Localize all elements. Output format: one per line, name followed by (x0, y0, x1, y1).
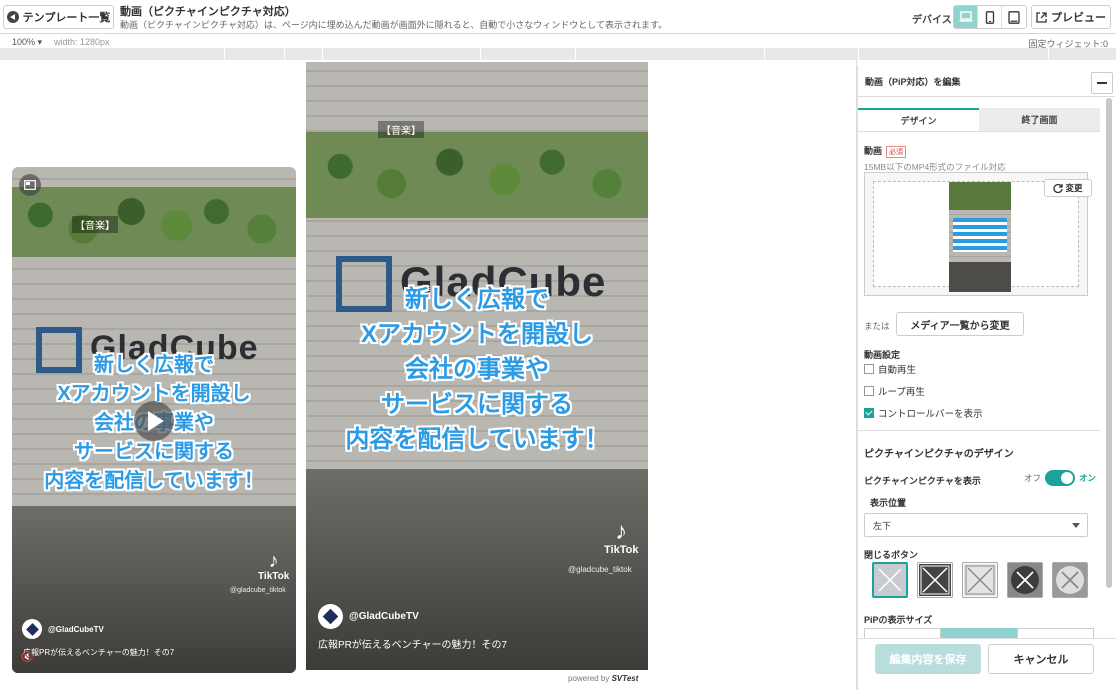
pip-video-music-tag: 【音楽】 (72, 216, 118, 233)
close-icon (876, 566, 904, 594)
loop-checkbox[interactable]: ループ再生 (864, 384, 925, 398)
caret-down-icon: ▾ (37, 37, 43, 47)
minimize-button[interactable] (1091, 72, 1113, 94)
tiktok-icon: ♪ (615, 518, 628, 545)
main-video-plants (306, 132, 648, 218)
smartphone-icon (985, 10, 994, 24)
pip-toggle[interactable] (1045, 470, 1076, 486)
preview-button[interactable]: プレビュー (1031, 5, 1111, 29)
save-button[interactable]: 編集内容を保存 (875, 644, 981, 674)
tiktok-icon: ♪ (268, 550, 279, 572)
zoom-select[interactable]: 100% ▾ (12, 37, 42, 48)
channel-avatar (318, 604, 343, 629)
position-label: 表示位置 (870, 498, 907, 508)
pip-section-title: ピクチャインピクチャのデザイン (864, 449, 1014, 460)
canvas-toolbar: 100% ▾ width: 1280px 固定ウィジェット:0 (0, 34, 1116, 49)
checkbox-box (864, 386, 874, 396)
toggle-on-label: オン (1079, 473, 1097, 483)
panel-tabs: デザイン 終了画面 (858, 108, 1100, 132)
page-description: 動画（ピクチャインピクチャ対応）は、ページ内に埋め込んだ動画が画面外に隠れると、… (120, 20, 668, 30)
main-video-title: 広報PRが伝えるベンチャーの魅力！その7 (318, 640, 508, 651)
pip-video-player[interactable]: GladCube 【音楽】 新しく広報で Xアカウントを開設し 会社の事業や サ… (12, 167, 296, 673)
main-video-channel: @GladCubeTV (318, 604, 419, 629)
pip-size-label: PiPの表示サイズ (864, 615, 933, 625)
channel-avatar (22, 619, 42, 639)
preview-label: プレビュー (1051, 12, 1106, 24)
position-select[interactable]: 左下 (864, 513, 1088, 537)
checkbox-checked (864, 408, 874, 418)
close-style-light-circle[interactable] (1052, 562, 1088, 598)
edit-panel: 動画（PiP対応）を編集 デザイン 終了画面 動画 必須 15MB以下のMP4形式… (857, 66, 1116, 690)
pip-toggle-group: オフ オン (1024, 470, 1096, 486)
media-list-button[interactable]: メディア一覧から変更 (896, 312, 1024, 336)
pip-video-handle: @gladcube_tiktok (230, 587, 286, 594)
laptop-icon (959, 11, 972, 22)
pip-mode-icon[interactable] (19, 174, 41, 196)
main-video-music-tag: 【音楽】 (378, 121, 424, 138)
mute-icon[interactable]: 🔇 (21, 652, 33, 663)
brand-logo: SVTest (611, 674, 639, 683)
pip-video-channel: @GladCubeTV (22, 619, 104, 639)
tab-design[interactable]: デザイン (858, 108, 979, 132)
top-bar: テンプレート一覧 動画（ピクチャインピクチャ対応） 動画（ピクチャインピクチャ対… (0, 0, 1116, 34)
video-thumbnail (949, 182, 1011, 292)
ruler (0, 48, 1116, 60)
video-settings-label: 動画設定 (864, 350, 901, 360)
close-style-dark-circle[interactable] (1007, 562, 1043, 598)
template-list-button[interactable]: テンプレート一覧 (3, 5, 114, 29)
autoplay-checkbox[interactable]: 自動再生 (864, 362, 916, 376)
mobile-device-button[interactable] (978, 6, 1002, 28)
close-icon (919, 564, 951, 596)
cancel-button[interactable]: キャンセル (988, 644, 1094, 674)
tablet-icon (1008, 10, 1020, 24)
back-arrow-icon (6, 11, 19, 23)
canvas-width: width: 1280px (54, 37, 110, 47)
external-link-icon (1036, 11, 1047, 23)
close-style-thin-gray[interactable] (872, 562, 908, 598)
close-icon (1008, 563, 1042, 597)
panel-footer: 編集内容を保存 キャンセル (858, 638, 1116, 690)
pip-video-plants (12, 187, 296, 257)
main-video-caption: 新しく広報で Xアカウントを開設し 会社の事業や サービスに関する 内容を配信し… (345, 286, 609, 453)
divider (858, 430, 1100, 431)
close-style-light-square[interactable] (962, 562, 998, 598)
pip-show-label: ピクチャインピクチャを表示 (864, 476, 981, 486)
device-label: デバイス (912, 15, 952, 26)
or-label: または (864, 321, 890, 331)
controls-checkbox[interactable]: コントロールバーを表示 (864, 406, 983, 420)
toggle-off-label: オフ (1024, 473, 1042, 483)
page-canvas: GladCube 【音楽】 新しく広報で Xアカウントを開設し 会社の事業や サ… (3, 60, 857, 690)
powered-by: powered by SVTest (568, 674, 639, 683)
close-icon (964, 564, 996, 596)
device-switcher (953, 5, 1027, 29)
video-label: 動画 必須 (864, 144, 907, 158)
main-video-tiktok: ♪ TikTok (604, 518, 639, 557)
tab-end-screen[interactable]: 終了画面 (979, 108, 1100, 132)
page-title: 動画（ピクチャインピクチャ対応） (120, 6, 296, 18)
tablet-device-button[interactable] (1002, 6, 1026, 28)
play-button[interactable] (134, 401, 174, 441)
refresh-icon (1053, 183, 1064, 193)
pip-video-title: 広報PRが伝えるベンチャーの魅力！その7 (23, 648, 175, 657)
main-video-player[interactable]: GladCube 【音楽】 新しく広報で Xアカウントを開設し 会社の事業や サ… (306, 62, 648, 670)
close-style-dark-square[interactable] (917, 562, 953, 598)
required-badge: 必須 (886, 146, 907, 158)
desktop-device-button[interactable] (954, 6, 978, 28)
panel-scrollbar[interactable] (1106, 98, 1112, 588)
template-list-label: テンプレート一覧 (22, 12, 111, 24)
close-button-options (872, 562, 1088, 598)
pip-video-tiktok: ♪ TikTok (258, 550, 290, 582)
change-video-button[interactable]: 変更 (1044, 179, 1092, 197)
close-button-label: 閉じるボタン (864, 550, 919, 560)
checkbox-box (864, 364, 874, 374)
panel-header: 動画（PiP対応）を編集 (858, 66, 1115, 97)
close-icon (1053, 563, 1087, 597)
main-video-handle: @gladcube_tiktok (568, 565, 632, 574)
